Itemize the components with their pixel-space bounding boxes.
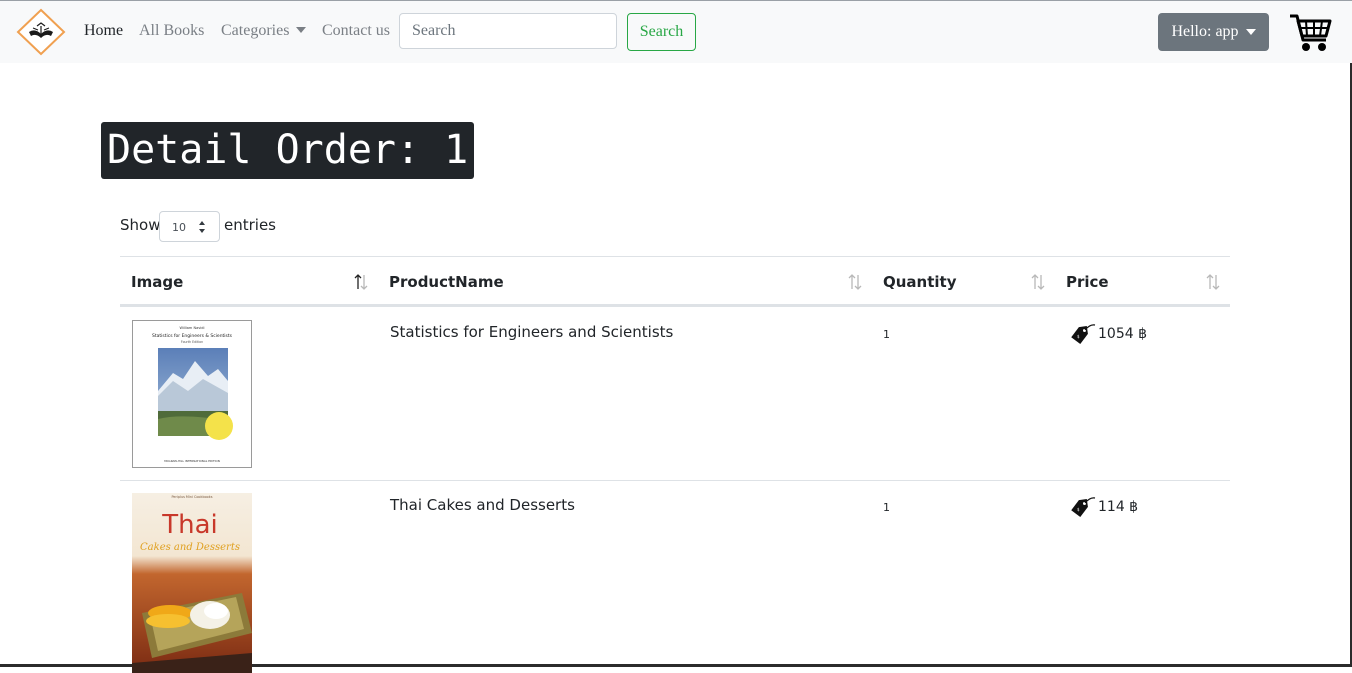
entries-label: entries: [224, 216, 276, 234]
chevron-down-icon: [1245, 29, 1256, 35]
column-header-price[interactable]: Price: [1066, 273, 1109, 291]
sort-both-icon[interactable]: [1030, 272, 1046, 292]
book-cover-art: William Navidi Statistics for Engineers …: [133, 321, 251, 467]
price-value: 1054 ฿: [1098, 326, 1147, 342]
user-menu-dropdown[interactable]: Hello: app: [1158, 13, 1269, 51]
cover-author: Periplus Mini Cookbooks: [172, 495, 213, 499]
quantity-value: 1: [883, 501, 890, 514]
product-name: Statistics for Engineers and Scientists: [390, 323, 674, 341]
cover-edition: Fourth Edition: [181, 340, 203, 344]
book-cover-image[interactable]: William Navidi Statistics for Engineers …: [132, 320, 252, 468]
sort-asc-icon[interactable]: [353, 272, 369, 292]
price-value: 114 ฿: [1098, 499, 1139, 515]
quantity-value: 1: [883, 328, 890, 341]
show-label: Show: [120, 216, 161, 234]
search-button[interactable]: Search: [627, 13, 696, 51]
sort-both-icon[interactable]: [1205, 272, 1221, 292]
cover-title: Statistics for Engineers & Scientists: [152, 333, 233, 339]
chevron-down-icon: [296, 27, 307, 33]
column-header-productname[interactable]: ProductName: [389, 273, 504, 291]
table-row: Periplus Mini Cookbooks Thai Cakes and D…: [120, 481, 1230, 673]
table-header-row: Image ProductName Quantity Price: [120, 256, 1230, 307]
cart-icon[interactable]: [1288, 12, 1332, 54]
nav-categories-label: Categories: [221, 22, 290, 39]
user-menu-label: Hello: app: [1171, 23, 1239, 40]
table-row: William Navidi Statistics for Engineers …: [120, 307, 1230, 481]
nav-contact-link[interactable]: Contact us: [322, 22, 390, 40]
book-logo-icon[interactable]: [15, 8, 67, 56]
column-header-image[interactable]: Image: [131, 273, 183, 291]
product-name: Thai Cakes and Desserts: [390, 496, 575, 514]
book-cover-image[interactable]: Periplus Mini Cookbooks Thai Cakes and D…: [132, 493, 252, 673]
search-input[interactable]: [399, 13, 617, 49]
page-length-select[interactable]: 10: [159, 211, 220, 242]
cover-author: William Navidi: [180, 326, 205, 330]
price-cell: $ 1054 ฿: [1068, 322, 1147, 346]
page-title: Detail Order: 1: [101, 122, 474, 179]
page-length-value: 10: [172, 221, 186, 234]
price-tag-icon: $: [1071, 324, 1096, 345]
nav-categories-dropdown[interactable]: Categories: [221, 22, 307, 40]
price-cell: $ 114 ฿: [1068, 495, 1138, 519]
cover-subtitle: Cakes and Desserts: [140, 542, 240, 553]
column-header-quantity[interactable]: Quantity: [883, 273, 957, 291]
cover-footer: MCGRAW-HILL INTERNATIONAL EDITION: [164, 459, 220, 463]
select-updown-icon: [199, 221, 205, 233]
nav-all-books-link[interactable]: All Books: [139, 22, 204, 40]
nav-home-link[interactable]: Home: [84, 22, 123, 40]
price-tag-icon: $: [1071, 497, 1096, 518]
cover-title: Thai: [161, 510, 218, 540]
book-cover-art: Periplus Mini Cookbooks Thai Cakes and D…: [132, 493, 252, 673]
sort-both-icon[interactable]: [847, 272, 863, 292]
navbar: Home All Books Categories Contact us Sea…: [0, 1, 1352, 63]
